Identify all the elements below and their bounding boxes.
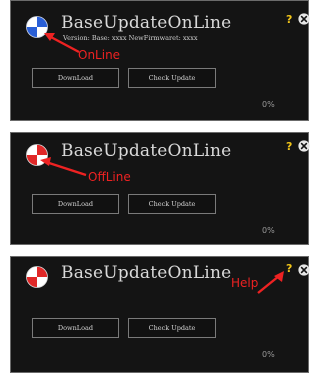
help-annotation: Help [231, 276, 259, 290]
online-annotation: OnLine [78, 48, 121, 62]
help-arrow-icon [257, 271, 284, 294]
annotation-arrows [40, 33, 284, 294]
offline-arrow-icon [40, 157, 87, 177]
online-arrow-icon [44, 33, 80, 54]
offline-annotation: OffLine [88, 170, 131, 184]
